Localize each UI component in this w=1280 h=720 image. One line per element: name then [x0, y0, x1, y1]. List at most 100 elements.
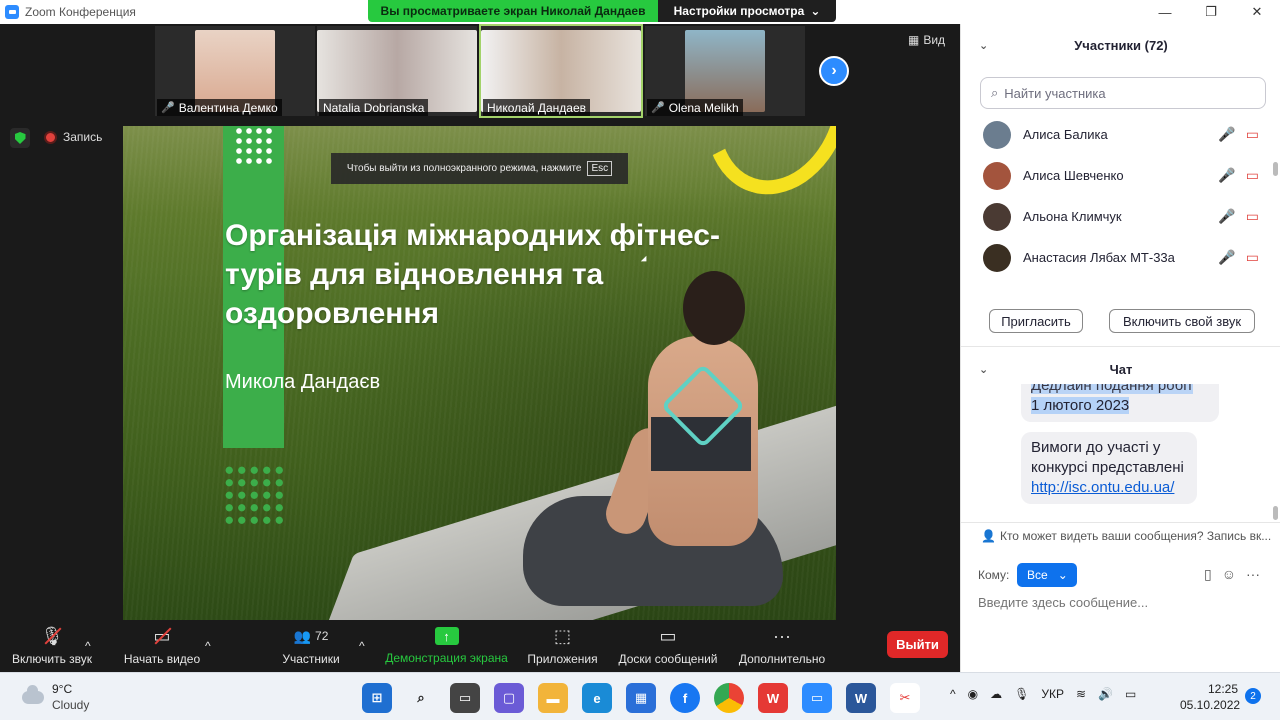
collapse-chevron-icon[interactable]: ⌄ — [979, 39, 988, 52]
fullscreen-exit-hint: Чтобы выйти из полноэкранного режима, на… — [331, 153, 628, 184]
microphone-icon[interactable]: 🎙 — [1014, 687, 1029, 701]
date: 05.10.2022 — [1180, 698, 1241, 712]
video-strip: 🎤 Валентина Демко Natalia Dobrianska Нико… — [0, 24, 960, 120]
time: 12:25 — [1207, 682, 1238, 696]
video-thumb[interactable]: Natalia Dobrianska — [317, 26, 477, 116]
clock[interactable]: 12:25 05.10.2022 — [1180, 681, 1241, 713]
file-icon[interactable]: ▯ — [1204, 566, 1212, 583]
apps-icon: ⬚ — [553, 625, 571, 646]
facebook-icon[interactable]: f — [670, 683, 700, 713]
battery-icon[interactable]: ▭ — [1125, 687, 1136, 701]
chevron-up-icon[interactable]: ^ — [950, 687, 956, 701]
whiteboards-button[interactable]: ▭ Доски сообщений — [616, 620, 720, 672]
more-button[interactable]: ··· Дополнительно — [736, 620, 828, 672]
chat-message[interactable]: Вимоги до участі у конкурсі представлені… — [1021, 432, 1197, 504]
share-banner: Вы просматриваете экран Николай Дандаев — [368, 0, 658, 22]
shared-screen-area: Запись Чтобы выйти из полноэкранного реж… — [0, 120, 960, 620]
chevron-right-icon: › — [831, 62, 837, 79]
security-shield-icon[interactable] — [10, 128, 30, 148]
audio-options-caret-icon[interactable]: ^ — [85, 620, 91, 672]
view-button[interactable]: ▦ Вид — [908, 33, 945, 47]
minimize-icon[interactable]: — — [1142, 5, 1188, 20]
windows-start-icon[interactable]: ⊞ — [362, 683, 392, 713]
taskbar-apps: ⊞ ⌕ ▭ ▢ ▬ e ▦ f W ▭ W ✂ — [362, 683, 920, 713]
next-page-button[interactable]: › — [819, 56, 849, 86]
participant-row[interactable]: Алиса Шевченко 🎤 ▭ — [961, 155, 1280, 196]
store-icon[interactable]: ▦ — [626, 683, 656, 713]
participants-button[interactable]: 👥 72 Участники — [280, 620, 342, 672]
video-thumb-active[interactable]: Николай Дандаев — [479, 24, 643, 118]
mic-muted-icon: 🎤 — [1218, 126, 1236, 142]
chat-scrollbar[interactable] — [1273, 506, 1278, 520]
unmute-label: Включить звук — [11, 652, 93, 666]
whiteboards-label: Доски сообщений — [618, 652, 718, 666]
leave-button[interactable]: Выйти — [887, 631, 948, 658]
chat-message[interactable]: Дедлайн подання робіт 1 лютого 2023 — [1021, 384, 1219, 422]
video-thumb[interactable]: 🎤 Валентина Демко — [155, 26, 315, 116]
chrome-icon[interactable] — [714, 683, 744, 713]
temperature: 9°C — [52, 682, 73, 696]
close-icon[interactable]: ✕ — [1234, 4, 1280, 20]
task-view-icon[interactable]: ▭ — [450, 683, 480, 713]
share-screen-button[interactable]: ↑ Демонстрация экрана — [384, 620, 509, 672]
windows-taskbar: 9°C Cloudy ⊞ ⌕ ▭ ▢ ▬ e ▦ f W ▭ W ✂ ^ ◉ ☁… — [0, 672, 1280, 720]
unmute-self-button[interactable]: Включить свой звук — [1109, 309, 1255, 333]
file-explorer-icon[interactable]: ▬ — [538, 683, 568, 713]
word-icon[interactable]: W — [846, 683, 876, 713]
participants-options-caret-icon[interactable]: ^ — [359, 620, 365, 672]
participant-search-input[interactable]: ⌕ Найти участника — [980, 77, 1266, 109]
teams-chat-icon[interactable]: ▢ — [494, 683, 524, 713]
chat-link[interactable]: http://isc.ontu.edu.ua/ — [1031, 479, 1174, 496]
view-settings-menu[interactable]: Настройки просмотра ⌄ — [658, 0, 836, 22]
participant-row[interactable]: Анастасия Лябах МТ-33а 🎤 ▭ — [961, 237, 1280, 278]
onedrive-icon[interactable]: ☁ — [990, 687, 1002, 701]
panel-divider — [961, 346, 1280, 347]
wps-icon[interactable]: W — [758, 683, 788, 713]
participant-nameplate: Natalia Dobrianska — [319, 99, 429, 116]
chat-text-selected: 1 лютого 2023 — [1031, 397, 1130, 414]
participant-row[interactable]: Альона Климчук 🎤 ▭ — [961, 196, 1280, 237]
presentation-slide: Чтобы выйти из полноэкранного режима, на… — [123, 126, 836, 620]
video-off-icon: ▭ — [1245, 208, 1259, 224]
video-off-icon: ▭ — [1245, 126, 1259, 142]
participant-list-scrollbar[interactable] — [1273, 162, 1278, 176]
edge-icon[interactable]: e — [582, 683, 612, 713]
apps-button[interactable]: ⬚ Приложения — [525, 620, 600, 672]
view-settings-label: Настройки просмотра — [673, 4, 805, 18]
participant-row[interactable]: Алиса Балика 🎤 ▭ — [961, 114, 1280, 155]
zoom-icon[interactable]: ▭ — [802, 683, 832, 713]
unmute-button[interactable]: 🎙 Включить звук — [10, 620, 94, 672]
tray-app-icon[interactable]: ◉ — [968, 687, 978, 701]
recipient-select[interactable]: Все ⌄ — [1017, 563, 1078, 587]
participant-name: Алиса Балика — [1023, 127, 1108, 142]
language-indicator[interactable]: УКР — [1041, 687, 1064, 701]
participant-nameplate: Николай Дандаев — [483, 99, 591, 116]
system-tray: ^ ◉ ☁ 🎙 УКР ≋ 🔊 ▭ — [950, 687, 1136, 701]
restore-icon[interactable]: ❐ — [1188, 4, 1234, 20]
participant-name: Альона Климчук — [1023, 209, 1122, 224]
collapse-chevron-icon[interactable]: ⌄ — [979, 363, 988, 376]
recording-indicator[interactable]: Запись — [44, 130, 102, 144]
avatar — [983, 120, 1011, 149]
chat-message-input[interactable] — [978, 595, 1268, 610]
search-icon[interactable]: ⌕ — [406, 683, 436, 713]
mic-muted-icon: 🎤 — [1218, 208, 1236, 224]
slide-title: Організація міжнародних фітнес-турів для… — [225, 219, 720, 330]
participant-name: Алиса Шевченко — [1023, 168, 1124, 183]
video-options-caret-icon[interactable]: ^ — [205, 620, 211, 672]
avatar — [983, 161, 1011, 190]
volume-icon[interactable]: 🔊 — [1098, 687, 1113, 701]
more-dots-icon[interactable]: ··· — [1246, 566, 1260, 583]
wifi-icon[interactable]: ≋ — [1076, 687, 1086, 701]
chat-visibility-info[interactable]: 👤 Кто может видеть ваши сообщения? Запис… — [981, 529, 1271, 543]
notification-badge[interactable]: 2 — [1245, 688, 1261, 704]
participant-name: Анастасия Лябах МТ-33а — [1023, 250, 1175, 265]
start-video-button[interactable]: ▭ Начать видео — [122, 620, 202, 672]
participants-count: 72 — [315, 629, 329, 643]
weather-widget[interactable]: 9°C Cloudy — [22, 681, 89, 713]
video-thumb[interactable]: 🎤 Olena Melikh — [645, 26, 805, 116]
invite-button[interactable]: Пригласить — [989, 309, 1083, 333]
record-icon — [44, 130, 57, 144]
snipping-tool-icon[interactable]: ✂ — [890, 683, 920, 713]
emoji-icon[interactable]: ☺ — [1222, 566, 1236, 583]
